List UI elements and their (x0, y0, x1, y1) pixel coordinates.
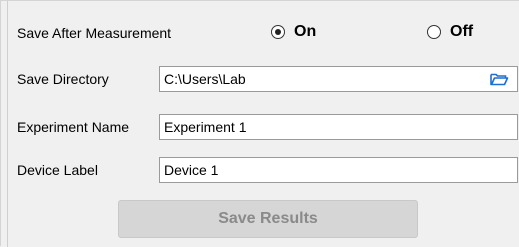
radio-on-label: On (294, 23, 317, 40)
panel-divider (7, 1, 8, 247)
save-results-button[interactable]: Save Results (118, 200, 418, 238)
save-after-measurement-label: Save After Measurement (17, 25, 172, 41)
browse-folder-button[interactable] (486, 67, 512, 91)
radio-off-label: Off (450, 23, 474, 40)
save-directory-input[interactable] (159, 66, 518, 92)
device-label-input[interactable] (159, 157, 518, 183)
save-settings-panel: Save After Measurement On Off Save Direc… (0, 0, 519, 247)
radio-off[interactable]: Off (427, 23, 473, 41)
radio-off-indicator (427, 25, 441, 39)
folder-open-icon (490, 73, 509, 86)
experiment-name-label: Experiment Name (17, 119, 130, 135)
experiment-name-input[interactable] (159, 114, 518, 140)
save-directory-label: Save Directory (17, 71, 109, 87)
radio-on-indicator (271, 25, 285, 39)
radio-on[interactable]: On (271, 23, 316, 41)
device-label-label: Device Label (17, 162, 98, 178)
